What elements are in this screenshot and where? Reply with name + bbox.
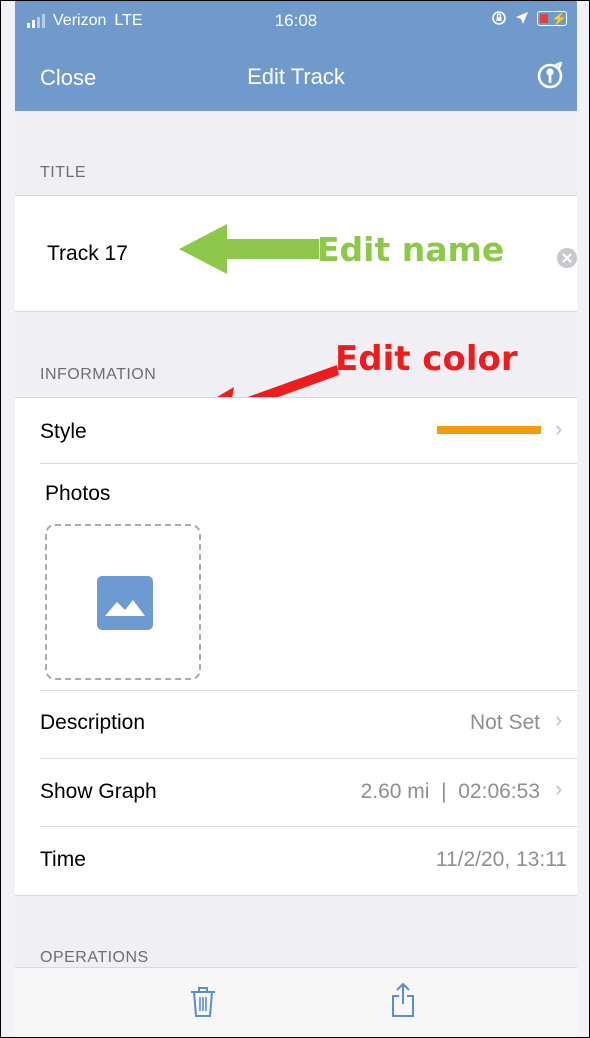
chevron-right-icon: › — [555, 416, 563, 441]
information-group: Style › Photos Description Not Set › Sho… — [15, 397, 577, 896]
style-row[interactable]: Style › — [15, 398, 577, 464]
time-label: Time — [40, 848, 86, 871]
chevron-right-icon: › — [555, 707, 563, 732]
show-graph-row[interactable]: Show Graph 2.60 mi | 02:06:53 › — [15, 759, 577, 826]
track-title-input[interactable]: Track 17 — [47, 242, 128, 266]
style-color-swatch — [437, 426, 541, 434]
share-icon[interactable] — [390, 982, 416, 1018]
bottom-toolbar — [15, 967, 577, 1037]
style-label: Style — [40, 420, 87, 443]
divider — [40, 463, 577, 464]
information-section-header: INFORMATION — [40, 366, 157, 383]
time-value: 11/2/20, 13:11 — [435, 848, 567, 871]
location-icon — [516, 12, 528, 24]
graph-summary-value: 2.60 mi | 02:06:53 — [360, 780, 540, 803]
page-title: Edit Track — [247, 64, 345, 89]
edit-name-annotation: Edit name — [317, 230, 505, 269]
title-section-header: TITLE — [40, 164, 87, 181]
battery-icon: ⚡ — [537, 10, 567, 26]
orientation-lock-icon — [492, 11, 506, 25]
image-icon — [97, 576, 153, 630]
show-graph-label: Show Graph — [40, 780, 157, 803]
title-cell[interactable]: Track 17 Edit name — [15, 195, 577, 312]
description-value: Not Set — [469, 711, 540, 734]
device-frame: Verizon LTE 16:08 ⚡ Close Edit Track TIT… — [0, 0, 590, 1038]
description-row[interactable]: Description Not Set › — [15, 691, 577, 757]
key-icon[interactable] — [535, 59, 567, 91]
edit-color-annotation: Edit color — [335, 339, 518, 379]
edit-name-arrow — [179, 224, 319, 274]
description-label: Description — [40, 711, 146, 734]
photos-label: Photos — [45, 482, 111, 505]
nav-bar: Close Edit Track — [15, 41, 577, 111]
clear-text-icon[interactable] — [557, 248, 577, 268]
trash-icon[interactable] — [190, 986, 216, 1018]
status-bar: Verizon LTE 16:08 ⚡ — [15, 1, 577, 41]
time-row: Time 11/2/20, 13:11 — [15, 827, 577, 894]
chevron-right-icon: › — [555, 776, 563, 801]
app-screen: Verizon LTE 16:08 ⚡ Close Edit Track TIT… — [15, 1, 577, 1037]
operations-section-header: OPERATIONS — [40, 949, 149, 966]
add-photo-button[interactable] — [45, 524, 201, 680]
